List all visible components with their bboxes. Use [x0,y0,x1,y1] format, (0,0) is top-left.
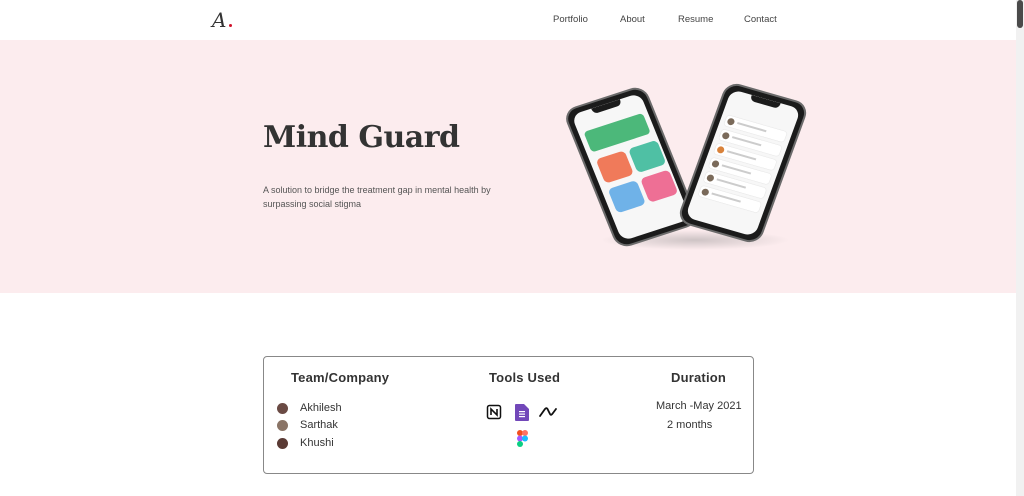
phone-screen [571,92,691,242]
logo-dot [229,24,233,27]
phone-mockups [560,40,820,270]
nav-link-resume[interactable]: Resume [678,14,713,25]
avatar [277,403,288,414]
project-title: Mind Guard [263,120,460,155]
nav-link-about[interactable]: About [620,14,645,25]
hero-section: Mind Guard A solution to bridge the trea… [0,40,1016,293]
notion-icon [486,404,502,420]
phone-mockup-list [675,80,811,246]
avatar [277,420,288,431]
phone-screen [685,89,801,237]
team-member: Khushi [277,437,334,449]
figma-icon [514,429,530,447]
nav-link-portfolio[interactable]: Portfolio [553,14,588,25]
team-member: Sarthak [277,419,338,431]
maze-icon [538,404,558,420]
duration-heading: Duration [671,370,727,385]
site-logo[interactable]: A [212,8,233,32]
page-scrollbar[interactable] [1016,0,1024,496]
tools-heading: Tools Used [489,370,561,385]
scrollbar-thumb[interactable] [1017,0,1023,28]
team-member: Akhilesh [277,402,342,414]
project-info-card: Team/Company Tools Used Duration Akhiles… [263,356,754,474]
google-forms-icon [514,403,530,421]
duration-range: March -May 2021 [656,400,742,412]
avatar [277,438,288,449]
top-nav: A Portfolio About Resume Contact [0,0,1016,40]
team-heading: Team/Company [291,370,390,385]
project-description: A solution to bridge the treatment gap i… [263,185,491,209]
duration-length: 2 months [667,419,713,431]
phone-mockup-home [561,84,701,250]
nav-link-contact[interactable]: Contact [744,14,777,25]
